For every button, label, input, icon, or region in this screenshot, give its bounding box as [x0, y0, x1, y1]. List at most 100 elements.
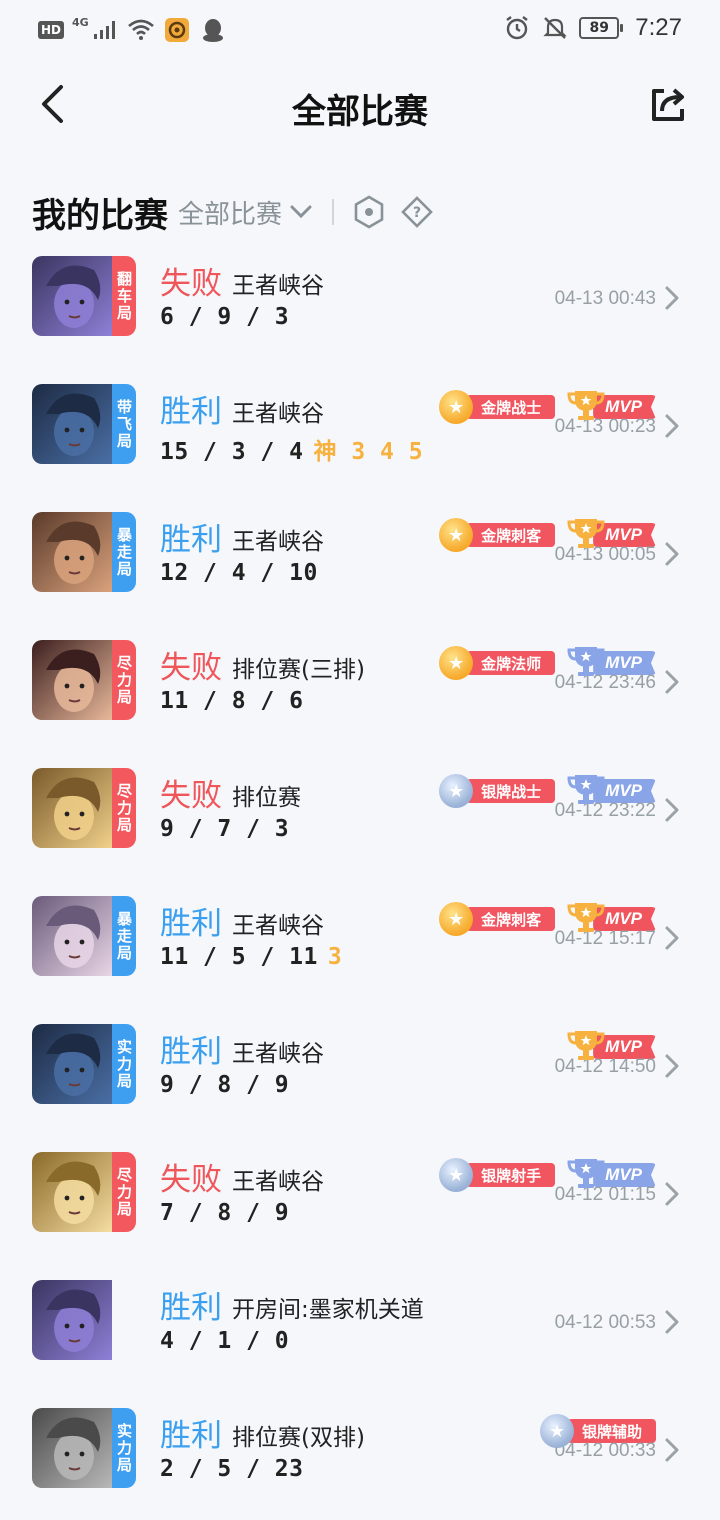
section-header: 我的比赛 全部比赛 ?: [32, 186, 448, 238]
hero-avatar: 尽力局: [32, 640, 136, 720]
hero-portrait-image: [32, 896, 112, 976]
hero-avatar: 翻车局: [32, 256, 136, 336]
hero-avatar: 实力局: [32, 1408, 136, 1488]
match-tag: 翻车局: [112, 256, 136, 336]
trophy-icon: [567, 900, 605, 934]
divider: [332, 199, 335, 225]
hero-portrait-image: [32, 640, 112, 720]
star-medal-icon: ★: [539, 1414, 574, 1448]
hero-avatar: 带飞局: [32, 384, 136, 464]
chevron-right-icon: [664, 410, 684, 442]
section-title: 我的比赛: [32, 195, 168, 236]
star-medal-icon: ★: [439, 390, 474, 424]
kda-stats: 11 / 5 / 11 3: [160, 944, 342, 970]
match-row[interactable]: 尽力局 失败 王者峡谷 7 / 8 / 9 ★ 银牌射手 MVP 04-12 0…: [0, 1144, 720, 1272]
kda-value: 7 / 8 / 9: [160, 1200, 290, 1226]
chevron-right-icon: [664, 1306, 684, 1338]
game-mode: 王者峡谷: [232, 273, 324, 299]
medal-label: 金牌刺客: [459, 523, 556, 547]
svg-text:?: ?: [413, 205, 421, 221]
trophy-icon: [567, 1028, 605, 1062]
match-result: 失败: [160, 778, 222, 814]
match-result: 失败: [160, 266, 222, 302]
page-title: 全部比赛: [292, 92, 428, 132]
star-medal-icon: ★: [439, 1158, 474, 1192]
hd-indicator: HD: [38, 21, 65, 39]
battery-indicator: 89: [579, 17, 624, 39]
chevron-right-icon: [664, 794, 684, 826]
trophy-icon: [567, 516, 605, 550]
trophy-icon: [567, 644, 605, 678]
chevron-right-icon: [664, 1434, 684, 1466]
match-time: 04-13 00:43: [554, 288, 656, 309]
match-row[interactable]: 实力局 胜利 王者峡谷 9 / 8 / 9 MVP 04-12 14:50: [0, 1016, 720, 1144]
match-result: 胜利: [160, 522, 222, 558]
match-tag: 暴走局: [112, 512, 136, 592]
kda-stats: 9 / 8 / 9: [160, 1072, 289, 1098]
match-tag: 实力局: [112, 1408, 136, 1488]
chevron-right-icon: [664, 538, 684, 570]
hero-portrait-image: [32, 768, 112, 848]
kda-value: 2 / 5 / 23: [160, 1456, 304, 1482]
qq-icon: [199, 16, 227, 44]
match-row[interactable]: 翻车局 失败 王者峡谷 6 / 9 / 3 04-13 00:43: [0, 248, 720, 376]
help-button[interactable]: ?: [400, 195, 434, 229]
hexagon-filter-button[interactable]: [352, 195, 386, 229]
wifi-icon: [127, 16, 155, 44]
hero-avatar: 暴走局: [32, 512, 136, 592]
match-tag: 尽力局: [112, 1152, 136, 1232]
match-row[interactable]: 暴走局 胜利 王者峡谷 12 / 4 / 10 ★ 金牌刺客 MVP 04-13…: [0, 504, 720, 632]
help-icon: ?: [401, 196, 433, 228]
status-bar: HD 4G 89 7:27: [0, 0, 720, 62]
hero-portrait-image: [32, 1280, 112, 1360]
kda-stats: 4 / 1 / 0: [160, 1328, 289, 1354]
kda-stats: 9 / 7 / 3: [160, 816, 289, 842]
status-left: HD 4G: [38, 16, 227, 44]
star-medal-icon: ★: [439, 774, 474, 808]
match-row[interactable]: 胜利 开房间:墨家机关道 4 / 1 / 0 04-12 00:53: [0, 1272, 720, 1400]
match-row[interactable]: 尽力局 失败 排位赛(三排) 11 / 8 / 6 ★ 金牌法师 MVP 04-…: [0, 632, 720, 760]
medal-label: 金牌法师: [459, 651, 556, 675]
match-time: 04-12 00:53: [554, 1312, 656, 1333]
medal-badge: ★ 银牌战士: [439, 774, 556, 808]
chevron-right-icon: [664, 282, 684, 314]
hero-avatar: [32, 1280, 136, 1360]
status-right: 89 7:27: [503, 14, 682, 42]
filter-label: 全部比赛: [178, 199, 283, 230]
top-bar: 全部比赛: [0, 70, 720, 142]
kda-value: 11 / 8 / 6: [160, 688, 304, 714]
share-icon: [652, 88, 684, 121]
match-row[interactable]: 实力局 胜利 排位赛(双排) 2 / 5 / 23 ★ 银牌辅助 04-12 0…: [0, 1400, 720, 1520]
kda-value: 6 / 9 / 3: [160, 304, 290, 330]
medal-label: 银牌战士: [459, 779, 556, 803]
kda-stats: 7 / 8 / 9: [160, 1200, 289, 1226]
match-result: 胜利: [160, 394, 222, 430]
match-row[interactable]: 带飞局 胜利 王者峡谷 15 / 3 / 4神 3 4 5 ★ 金牌战士 MVP…: [0, 376, 720, 504]
medal-badge: ★ 金牌刺客: [439, 518, 556, 552]
hexagon-icon: [354, 195, 384, 229]
match-result: 失败: [160, 1162, 222, 1198]
match-filter-dropdown[interactable]: 全部比赛: [178, 194, 312, 231]
medal-badge: ★ 金牌法师: [439, 646, 556, 680]
hero-avatar: 尽力局: [32, 768, 136, 848]
mute-icon: [541, 14, 569, 42]
match-row[interactable]: 尽力局 失败 排位赛 9 / 7 / 3 ★ 银牌战士 MVP 04-12 23…: [0, 760, 720, 888]
hero-portrait-image: [32, 512, 112, 592]
game-mode: 王者峡谷: [232, 401, 324, 427]
hero-portrait-image: [32, 1152, 112, 1232]
kda-value: 11 / 5 / 11: [160, 944, 318, 970]
kda-value: 4 / 1 / 0: [160, 1328, 290, 1354]
share-button[interactable]: [646, 82, 692, 128]
game-mode: 排位赛: [232, 785, 301, 811]
kda-value: 9 / 8 / 9: [160, 1072, 290, 1098]
match-result: 失败: [160, 650, 222, 686]
match-result: 胜利: [160, 1418, 222, 1454]
game-mode: 王者峡谷: [232, 913, 324, 939]
game-mode: 排位赛(三排): [232, 657, 365, 683]
hero-avatar: 暴走局: [32, 896, 136, 976]
star-medal-icon: ★: [439, 646, 474, 680]
chevron-right-icon: [664, 666, 684, 698]
kda-value: 15 / 3 / 4: [160, 439, 304, 465]
hero-avatar: 尽力局: [32, 1152, 136, 1232]
match-row[interactable]: 暴走局 胜利 王者峡谷 11 / 5 / 11 3 ★ 金牌刺客 MVP 04-1…: [0, 888, 720, 1016]
